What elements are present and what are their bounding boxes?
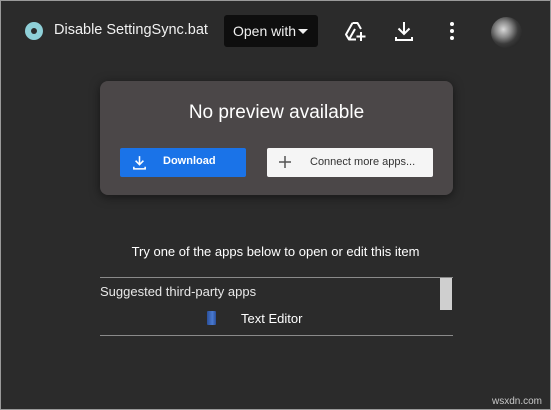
download-icon[interactable] <box>392 19 416 43</box>
avatar[interactable] <box>491 17 522 48</box>
no-preview-title: No preview available <box>188 102 365 123</box>
top-bar: Disable SettingSync.bat Open with <box>1 1 550 63</box>
list-item-text-editor[interactable]: Text Editor <box>200 309 400 329</box>
open-edit-hint: Try one of the apps below to open or edi… <box>131 244 420 259</box>
text-editor-icon <box>207 311 216 325</box>
add-shortcut-to-drive-icon[interactable] <box>343 19 367 43</box>
more-options-icon[interactable] <box>440 19 464 43</box>
file-type-icon <box>25 22 43 40</box>
open-with-label: Open with <box>233 23 297 39</box>
file-title: Disable SettingSync.bat <box>54 22 208 38</box>
connect-more-apps-button[interactable]: Connect more apps... <box>267 148 433 177</box>
open-with-button[interactable]: Open with <box>224 15 318 47</box>
suggested-apps-panel: Suggested third-party apps Text Editor <box>100 277 453 336</box>
watermark: wsxdn.com <box>491 396 542 407</box>
download-icon <box>133 156 146 170</box>
app-name: Text Editor <box>241 311 303 326</box>
suggested-apps-heading: Suggested third-party apps <box>100 284 257 299</box>
scrollbar-thumb[interactable] <box>440 278 452 310</box>
download-button[interactable]: Download <box>120 148 246 177</box>
connect-more-apps-label: Connect more apps... <box>310 156 416 168</box>
caret-down-icon <box>298 29 308 34</box>
no-preview-card: No preview available Download Connect mo… <box>100 81 453 195</box>
download-button-label: Download <box>163 155 216 167</box>
plus-icon <box>279 156 291 168</box>
